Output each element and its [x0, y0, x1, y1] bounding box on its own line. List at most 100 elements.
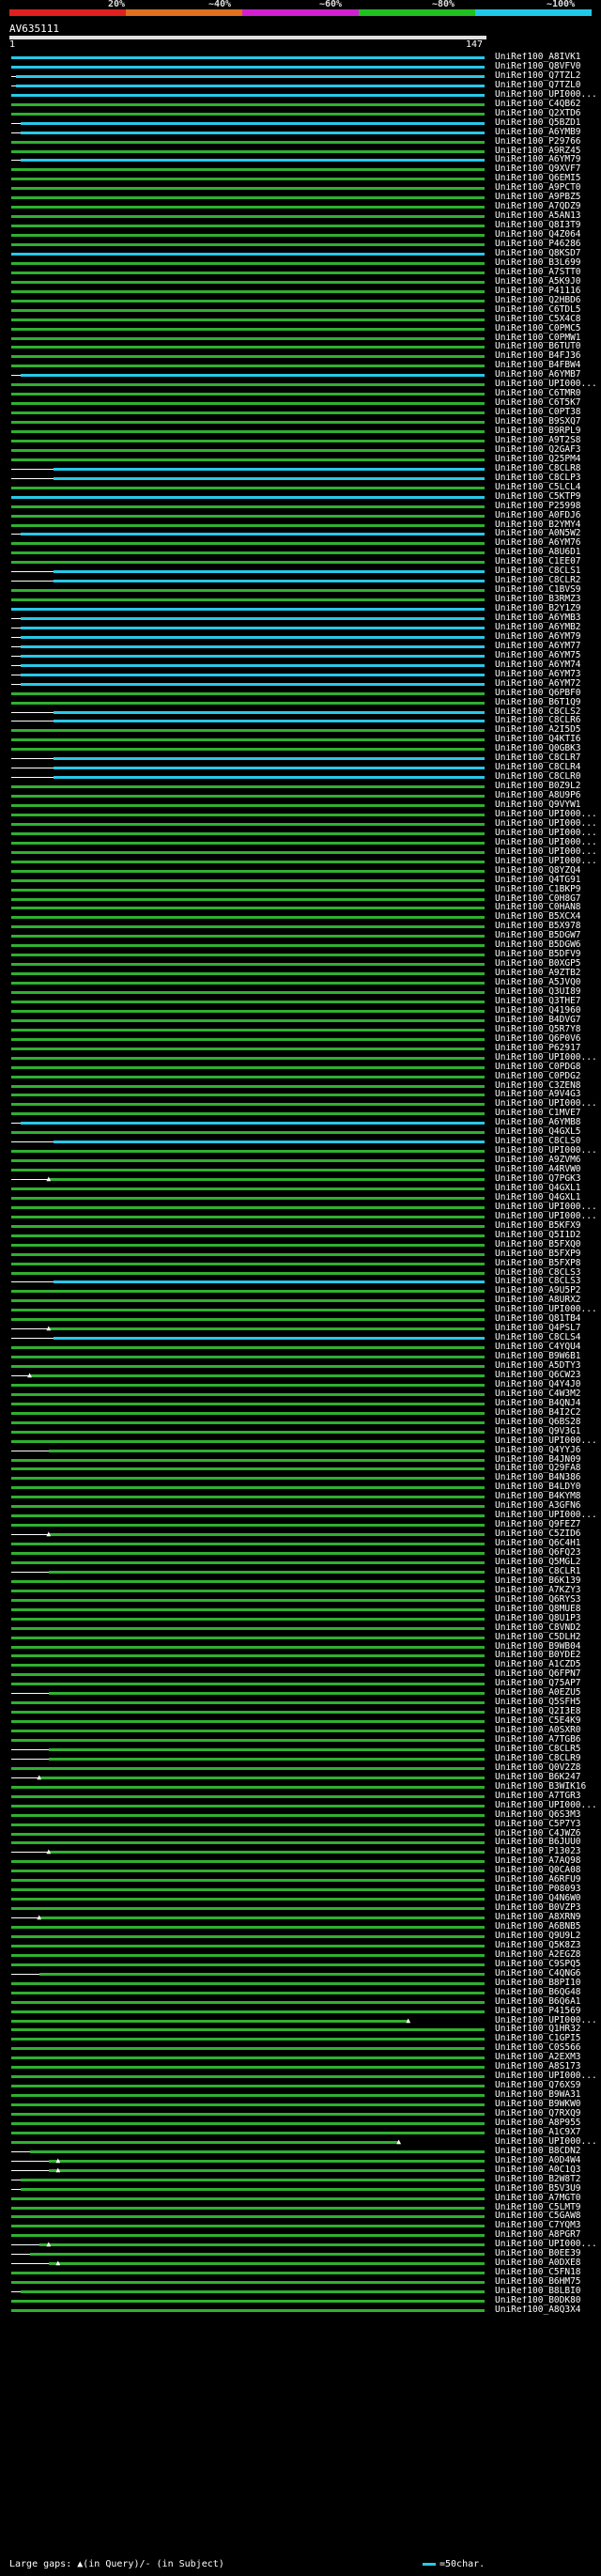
alignment-bar[interactable] — [11, 1346, 485, 1350]
alignment-row[interactable]: UniRef100_B6TUT0 — [0, 342, 601, 351]
alignment-bar[interactable] — [11, 2075, 485, 2079]
alignment-row[interactable]: ▲ UniRef100_Q4PSL7 — [0, 1324, 601, 1333]
hit-label[interactable]: UniRef100_C8CLS1 — [495, 566, 601, 576]
alignment-bar[interactable] — [49, 2262, 485, 2266]
hit-label[interactable]: UniRef100_Q4YYJ6 — [495, 1446, 601, 1455]
alignment-row[interactable]: ▲ UniRef100_C5ZID6 — [0, 1529, 601, 1539]
alignment-bar[interactable] — [11, 495, 485, 499]
alignment-row[interactable]: UniRef100_B4FBW4 — [0, 361, 601, 370]
alignment-bar[interactable] — [11, 1645, 485, 1649]
alignment-bar[interactable] — [11, 1009, 485, 1013]
alignment-bar[interactable] — [11, 56, 485, 59]
hit-label[interactable]: UniRef100_C8CLS3 — [495, 1277, 601, 1286]
alignment-bar[interactable] — [11, 1907, 485, 1911]
alignment-row[interactable]: UniRef100_P62917 — [0, 1044, 601, 1053]
alignment-bar[interactable] — [11, 1047, 485, 1050]
alignment-row[interactable]: UniRef100_P08093 — [0, 1885, 601, 1894]
hit-label[interactable]: UniRef100_B2W8T2 — [495, 2175, 601, 2184]
hit-label[interactable]: UniRef100_Q1HR32 — [495, 2025, 601, 2034]
alignment-bar[interactable] — [11, 972, 485, 976]
alignment-bar[interactable] — [11, 1607, 485, 1611]
hit-label[interactable]: UniRef100_A7AQ98 — [495, 1856, 601, 1866]
alignment-row[interactable]: UniRef100_A6YMB9 — [0, 128, 601, 137]
hit-label[interactable]: UniRef100_C5LCL4 — [495, 483, 601, 492]
hit-label[interactable]: UniRef100_Q0CA08 — [495, 1866, 601, 1875]
alignment-row[interactable]: UniRef100_A7TGB6 — [0, 1735, 601, 1745]
alignment-row[interactable]: UniRef100_Q29FA8 — [0, 1464, 601, 1473]
hit-label[interactable]: UniRef100_C8CLR0 — [495, 772, 601, 782]
hit-label[interactable]: UniRef100_UPI000... — [495, 2072, 601, 2081]
alignment-bar[interactable] — [11, 897, 485, 901]
hit-label[interactable]: UniRef100_C1GPI5 — [495, 2034, 601, 2043]
hit-label[interactable]: UniRef100_A9ZTB2 — [495, 969, 601, 978]
alignment-row[interactable]: UniRef100_P25998 — [0, 502, 601, 511]
hit-label[interactable]: UniRef100_C1BKP9 — [495, 885, 601, 894]
alignment-row[interactable]: UniRef100_UPI000... — [0, 819, 601, 829]
hit-label[interactable]: UniRef100_Q6BS28 — [495, 1418, 601, 1427]
hit-label[interactable]: UniRef100_C1BVS9 — [495, 585, 601, 595]
alignment-bar[interactable] — [21, 159, 485, 163]
alignment-bar[interactable] — [11, 1420, 485, 1424]
alignment-row[interactable]: UniRef100_A8IVK1 — [0, 53, 601, 62]
alignment-bar[interactable] — [11, 271, 485, 274]
alignment-bar[interactable] — [21, 654, 485, 658]
alignment-row[interactable]: UniRef100_C5GAW8 — [0, 2211, 601, 2221]
hit-label[interactable]: UniRef100_Q81TB4 — [495, 1314, 601, 1324]
hit-label[interactable]: UniRef100_A5AN13 — [495, 211, 601, 221]
alignment-bar[interactable] — [11, 1785, 485, 1789]
hit-label[interactable]: UniRef100_Q4GXL1 — [495, 1193, 601, 1203]
alignment-row[interactable]: UniRef100_Q4TG91 — [0, 876, 601, 885]
hit-label[interactable]: UniRef100_B5V3U9 — [495, 2184, 601, 2194]
alignment-row[interactable]: UniRef100_C8CLS3 — [0, 1277, 601, 1286]
alignment-bar[interactable] — [11, 2113, 485, 2116]
alignment-bar[interactable] — [11, 234, 485, 238]
alignment-row[interactable]: UniRef100_A7STT0 — [0, 268, 601, 277]
alignment-row[interactable]: UniRef100_Q6C4H1 — [0, 1539, 601, 1548]
alignment-row[interactable]: UniRef100_UPI000... — [0, 847, 601, 857]
alignment-row[interactable]: UniRef100_A6YM77 — [0, 642, 601, 651]
alignment-bar[interactable] — [11, 1065, 485, 1069]
alignment-bar[interactable] — [11, 729, 485, 733]
alignment-bar[interactable] — [11, 954, 485, 957]
alignment-bar[interactable] — [11, 1196, 485, 1200]
alignment-row[interactable]: UniRef100_B6HM75 — [0, 2277, 601, 2287]
hit-label[interactable]: UniRef100_C0PMW1 — [495, 334, 601, 343]
alignment-row[interactable]: UniRef100_C4JWZ6 — [0, 1829, 601, 1839]
hit-label[interactable]: UniRef100_B6QG48 — [495, 1988, 601, 1997]
alignment-row[interactable]: UniRef100_UPI000... — [0, 1099, 601, 1109]
alignment-row[interactable]: UniRef100_P41569 — [0, 2007, 601, 2016]
alignment-bar[interactable] — [49, 2168, 485, 2172]
hit-label[interactable]: UniRef100_C9SPQ5 — [495, 1960, 601, 1969]
hit-label[interactable]: UniRef100_B5FXQ0 — [495, 1240, 601, 1249]
alignment-bar[interactable] — [11, 860, 485, 863]
hit-label[interactable]: UniRef100_P25998 — [495, 502, 601, 511]
alignment-row[interactable]: UniRef100_A2EXM3 — [0, 2053, 601, 2062]
hit-label[interactable]: UniRef100_C8CLR7 — [495, 753, 601, 763]
alignment-bar[interactable] — [11, 1252, 485, 1256]
hit-label[interactable]: UniRef100_A6YM79 — [495, 632, 601, 642]
hit-label[interactable]: UniRef100_UPI000... — [495, 1203, 601, 1212]
hit-label[interactable]: UniRef100_C8CLR8 — [495, 464, 601, 473]
alignment-row[interactable]: UniRef100_B5FXP9 — [0, 1249, 601, 1259]
hit-label[interactable]: UniRef100_C3ZEN8 — [495, 1081, 601, 1091]
hit-label[interactable]: UniRef100_C5DLH2 — [495, 1633, 601, 1642]
hit-label[interactable]: UniRef100_C5P7Y3 — [495, 1820, 601, 1829]
alignment-row[interactable]: UniRef100_Q2I3E8 — [0, 1707, 601, 1716]
alignment-row[interactable]: UniRef100_B0YDE2 — [0, 1651, 601, 1660]
hit-label[interactable]: UniRef100_B6JUU0 — [495, 1838, 601, 1847]
alignment-row[interactable]: UniRef100_A6YM76 — [0, 538, 601, 548]
alignment-row[interactable]: UniRef100_C4YQU4 — [0, 1342, 601, 1352]
alignment-bar[interactable] — [11, 102, 485, 106]
alignment-bar[interactable] — [11, 1514, 485, 1518]
alignment-bar[interactable] — [11, 1981, 485, 1985]
alignment-bar[interactable] — [11, 393, 485, 396]
hit-label[interactable]: UniRef100_C4QB62 — [495, 100, 601, 109]
alignment-row[interactable]: UniRef100_B8LBI0 — [0, 2287, 601, 2296]
hit-label[interactable]: UniRef100_C7YQM3 — [495, 2221, 601, 2230]
hit-label[interactable]: UniRef100_Q5MGL2 — [495, 1558, 601, 1567]
alignment-row[interactable]: UniRef100_B9SXQ7 — [0, 417, 601, 427]
alignment-bar[interactable] — [11, 149, 485, 153]
alignment-row[interactable]: UniRef100_B4KYM8 — [0, 1492, 601, 1501]
alignment-bar[interactable] — [11, 1112, 485, 1116]
hit-label[interactable]: UniRef100_C5KTP9 — [495, 492, 601, 502]
